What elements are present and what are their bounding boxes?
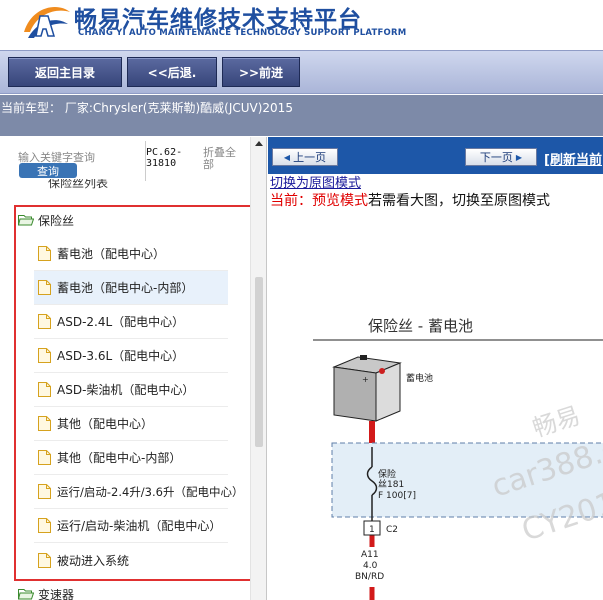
tree-item-battery-pdc[interactable]: 蓄电池（配电中心） <box>34 237 228 271</box>
next-page-label: 下一页 <box>479 151 513 164</box>
folder-open-icon <box>18 589 34 600</box>
preview-mode-notice: 当前：预览模式若需看大图，切换至原图模式 <box>270 190 550 210</box>
tree-item-label: 运行/启动-柴油机（配电中心） <box>57 519 222 533</box>
tree-folder-label: 保险丝 <box>38 213 75 228</box>
document-icon <box>38 416 51 431</box>
tree-item-other-pdc-internal[interactable]: 其他（配电中心-内部） <box>34 441 228 475</box>
header: 畅易汽车维修技术支持平台 CHANG YI AUTO MAINTENANCE T… <box>0 0 603 50</box>
prev-page-label: 上一页 <box>293 151 327 164</box>
scroll-thumb[interactable] <box>255 277 263 447</box>
back-button[interactable]: <<后退. <box>127 57 217 87</box>
pc-code: PC.62- 31810 <box>146 147 182 169</box>
preview-suffix: 若需看大图，切换至原图模式 <box>368 193 550 209</box>
tree-item-label: ASD-2.4L（配电中心） <box>57 315 185 329</box>
pc-code-line1: PC.62- <box>146 147 183 158</box>
navigation-tree-pane: 输入关键字查询 查询 PC.62- 31810 折叠全 部 保险丝列表 保险丝 … <box>0 137 267 600</box>
preview-mode-text: 预览模式 <box>312 193 368 209</box>
logo-icon <box>24 6 70 38</box>
connector-name: C2 <box>386 525 398 535</box>
folder-open-icon <box>18 215 34 226</box>
brand-subtitle: CHANG YI AUTO MAINTENANCE TECHNOLOGY SUP… <box>78 28 407 38</box>
tree-item-label: 蓄电池（配电中心） <box>57 247 166 261</box>
scroll-up-arrow-icon[interactable] <box>255 141 263 146</box>
tree-item-battery-pdc-internal[interactable]: 蓄电池（配电中心-内部） <box>34 271 228 305</box>
document-icon <box>38 552 51 568</box>
document-icon <box>38 314 51 329</box>
svg-text:+: + <box>362 375 369 384</box>
tree-item-asd-36[interactable]: ASD-3.6L（配电中心） <box>34 339 228 373</box>
battery-label: 蓄电池 <box>406 372 433 384</box>
forward-button[interactable]: >>前进 <box>222 57 300 87</box>
tree-item-label: 蓄电池（配电中心-内部） <box>57 281 194 295</box>
document-icon <box>38 518 51 533</box>
app-window: 畅易汽车维修技术支持平台 CHANG YI AUTO MAINTENANCE T… <box>0 0 603 600</box>
tree-item-label: 被动进入系统 <box>57 553 130 568</box>
refresh-link[interactable]: [刷新当前 <box>544 149 602 168</box>
search-button[interactable]: 查询 <box>19 163 77 178</box>
document-viewer-pane: ◀ 上一页 下一页 ▶ [刷新当前 切换为原图模式 当前：预览模式若需看大图，切… <box>268 137 603 600</box>
triangle-left-icon: ◀ <box>283 152 291 162</box>
tree-item-asd-24[interactable]: ASD-2.4L（配电中心） <box>34 305 228 339</box>
tree-item-label: 其他（配电中心） <box>57 417 154 431</box>
watermark-1: 畅易 <box>529 401 583 442</box>
tree-folder-fuse[interactable]: 保险丝 <box>18 210 74 230</box>
pc-code-line2: 31810 <box>146 158 177 169</box>
wiring-diagram: 保险丝 - 蓄电池 + 蓄电池 保险 丝181 F 100[7] 1 C2 A1… <box>313 317 603 600</box>
document-icon <box>38 382 51 397</box>
page-nav-bar: ◀ 上一页 下一页 ▶ [刷新当前 <box>268 137 603 174</box>
tree-folder-label: 变速器 <box>38 587 75 600</box>
home-button[interactable]: 返回主目录 <box>8 57 122 87</box>
triangle-right-icon: ▶ <box>515 152 523 162</box>
tree-item-label: ASD-柴油机（配电中心） <box>57 383 195 397</box>
tree-item-run-start-diesel[interactable]: 运行/启动-柴油机（配电中心） <box>34 509 228 543</box>
document-icon <box>38 280 51 295</box>
tree-folder-transmission[interactable]: 变速器 <box>18 584 74 600</box>
document-icon <box>38 450 51 465</box>
tree-item-run-start-gas[interactable]: 运行/启动-2.4升/3.6升（配电中心） <box>34 475 243 509</box>
tree-item-clipped[interactable]: 保险丝列表 <box>48 179 128 189</box>
tree-item-asd-diesel[interactable]: ASD-柴油机（配电中心） <box>34 373 228 407</box>
wire-color: BN/RD <box>355 572 384 582</box>
document-icon <box>38 246 51 261</box>
fuse-label-3: F 100[7] <box>378 491 416 501</box>
collapse-all-line2: 部 <box>203 158 214 171</box>
wire-gauge: 4.0 <box>363 561 378 571</box>
wire-id: A11 <box>361 550 379 560</box>
tree-item-passive-entry[interactable]: 被动进入系统 <box>34 543 228 577</box>
toolbar: 返回主目录 <<后退. >>前进 <box>0 50 603 94</box>
current-vehicle-bar: 当前车型： 厂家:Chrysler(克莱斯勒)酷威(JCUV)2015 <box>0 95 603 136</box>
tree-item-label: 其他（配电中心-内部） <box>57 451 182 465</box>
tree-item-label: ASD-3.6L（配电中心） <box>57 349 185 363</box>
tree-scrollbar[interactable] <box>250 137 266 600</box>
battery-icon: + <box>332 355 402 422</box>
tree-item-label: 运行/启动-2.4升/3.6升（配电中心） <box>57 484 244 499</box>
preview-prefix: 当前： <box>270 193 312 209</box>
collapse-all-link[interactable]: 折叠全 部 <box>203 147 236 171</box>
diagram-title: 保险丝 - 蓄电池 <box>368 317 473 335</box>
connector-pin: 1 <box>369 525 375 535</box>
document-icon <box>38 484 51 499</box>
tree-item-other-pdc[interactable]: 其他（配电中心） <box>34 407 228 441</box>
prev-page-button[interactable]: ◀ 上一页 <box>272 148 338 166</box>
fuse-label-1: 保险 <box>378 468 396 480</box>
fuse-label-2: 丝181 <box>378 478 404 490</box>
document-icon <box>38 348 51 363</box>
switch-original-link[interactable]: 切换为原图模式 <box>270 172 361 191</box>
next-page-button[interactable]: 下一页 ▶ <box>465 148 537 166</box>
